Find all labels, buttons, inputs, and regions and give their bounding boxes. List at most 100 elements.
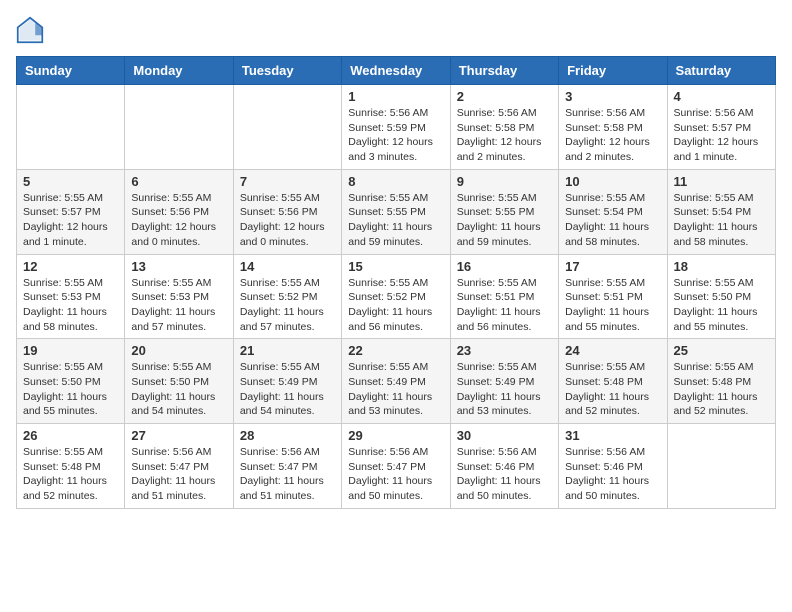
calendar-cell: 2 Sunrise: 5:56 AM Sunset: 5:58 PM Daylig…	[450, 85, 558, 170]
day-info: Sunrise: 5:55 AM Sunset: 5:56 PM Dayligh…	[240, 191, 335, 250]
day-number: 7	[240, 174, 335, 189]
day-info: Sunrise: 5:56 AM Sunset: 5:47 PM Dayligh…	[348, 445, 443, 504]
calendar-cell: 18 Sunrise: 5:55 AM Sunset: 5:50 PM Dayli…	[667, 254, 775, 339]
calendar-table: SundayMondayTuesdayWednesdayThursdayFrid…	[16, 56, 776, 509]
calendar-cell	[125, 85, 233, 170]
day-info: Sunrise: 5:55 AM Sunset: 5:52 PM Dayligh…	[240, 276, 335, 335]
day-number: 17	[565, 259, 660, 274]
day-number: 16	[457, 259, 552, 274]
day-info: Sunrise: 5:55 AM Sunset: 5:55 PM Dayligh…	[348, 191, 443, 250]
day-info: Sunrise: 5:55 AM Sunset: 5:49 PM Dayligh…	[240, 360, 335, 419]
calendar-cell: 1Sunrise: 5:56 AM Sunset: 5:59 PM Daylig…	[342, 85, 450, 170]
day-info: Sunrise: 5:56 AM Sunset: 5:46 PM Dayligh…	[565, 445, 660, 504]
calendar-week-row: 5 Sunrise: 5:55 AM Sunset: 5:57 PM Daylig…	[17, 169, 776, 254]
day-info: Sunrise: 5:55 AM Sunset: 5:50 PM Dayligh…	[131, 360, 226, 419]
day-number: 8	[348, 174, 443, 189]
day-number: 3	[565, 89, 660, 104]
calendar-cell: 19 Sunrise: 5:55 AM Sunset: 5:50 PM Dayli…	[17, 339, 125, 424]
logo-icon	[16, 16, 44, 44]
calendar-week-row: 1Sunrise: 5:56 AM Sunset: 5:59 PM Daylig…	[17, 85, 776, 170]
calendar-cell: 17 Sunrise: 5:55 AM Sunset: 5:51 PM Dayli…	[559, 254, 667, 339]
day-info: Sunrise: 5:55 AM Sunset: 5:50 PM Dayligh…	[674, 276, 769, 335]
day-info: Sunrise: 5:56 AM Sunset: 5:59 PM Dayligh…	[348, 106, 443, 165]
day-info: Sunrise: 5:55 AM Sunset: 5:51 PM Dayligh…	[565, 276, 660, 335]
calendar-week-row: 19 Sunrise: 5:55 AM Sunset: 5:50 PM Dayli…	[17, 339, 776, 424]
day-number: 14	[240, 259, 335, 274]
day-number: 24	[565, 343, 660, 358]
day-info: Sunrise: 5:55 AM Sunset: 5:54 PM Dayligh…	[565, 191, 660, 250]
calendar-cell: 20 Sunrise: 5:55 AM Sunset: 5:50 PM Dayli…	[125, 339, 233, 424]
day-info: Sunrise: 5:55 AM Sunset: 5:55 PM Dayligh…	[457, 191, 552, 250]
day-number: 19	[23, 343, 118, 358]
calendar-cell: 11 Sunrise: 5:55 AM Sunset: 5:54 PM Dayli…	[667, 169, 775, 254]
day-info: Sunrise: 5:55 AM Sunset: 5:57 PM Dayligh…	[23, 191, 118, 250]
day-info: Sunrise: 5:55 AM Sunset: 5:53 PM Dayligh…	[131, 276, 226, 335]
logo	[16, 16, 48, 44]
day-info: Sunrise: 5:55 AM Sunset: 5:49 PM Dayligh…	[348, 360, 443, 419]
day-number: 23	[457, 343, 552, 358]
day-number: 15	[348, 259, 443, 274]
calendar-cell: 16 Sunrise: 5:55 AM Sunset: 5:51 PM Dayli…	[450, 254, 558, 339]
day-number: 21	[240, 343, 335, 358]
day-info: Sunrise: 5:55 AM Sunset: 5:54 PM Dayligh…	[674, 191, 769, 250]
calendar-cell: 13 Sunrise: 5:55 AM Sunset: 5:53 PM Dayli…	[125, 254, 233, 339]
calendar-week-row: 12Sunrise: 5:55 AM Sunset: 5:53 PM Dayli…	[17, 254, 776, 339]
day-info: Sunrise: 5:55 AM Sunset: 5:53 PM Dayligh…	[23, 276, 118, 335]
day-info: Sunrise: 5:55 AM Sunset: 5:51 PM Dayligh…	[457, 276, 552, 335]
calendar-cell: 15Sunrise: 5:55 AM Sunset: 5:52 PM Dayli…	[342, 254, 450, 339]
calendar-cell	[667, 424, 775, 509]
day-number: 31	[565, 428, 660, 443]
calendar-cell: 12Sunrise: 5:55 AM Sunset: 5:53 PM Dayli…	[17, 254, 125, 339]
calendar-cell: 4Sunrise: 5:56 AM Sunset: 5:57 PM Daylig…	[667, 85, 775, 170]
day-number: 28	[240, 428, 335, 443]
day-number: 27	[131, 428, 226, 443]
day-info: Sunrise: 5:56 AM Sunset: 5:47 PM Dayligh…	[131, 445, 226, 504]
calendar-cell: 10Sunrise: 5:55 AM Sunset: 5:54 PM Dayli…	[559, 169, 667, 254]
day-header-monday: Monday	[125, 57, 233, 85]
day-number: 5	[23, 174, 118, 189]
day-number: 22	[348, 343, 443, 358]
day-info: Sunrise: 5:55 AM Sunset: 5:49 PM Dayligh…	[457, 360, 552, 419]
day-number: 9	[457, 174, 552, 189]
day-number: 30	[457, 428, 552, 443]
calendar-week-row: 26Sunrise: 5:55 AM Sunset: 5:48 PM Dayli…	[17, 424, 776, 509]
day-info: Sunrise: 5:56 AM Sunset: 5:47 PM Dayligh…	[240, 445, 335, 504]
page-header	[16, 16, 776, 44]
day-info: Sunrise: 5:56 AM Sunset: 5:57 PM Dayligh…	[674, 106, 769, 165]
day-number: 25	[674, 343, 769, 358]
calendar-cell	[233, 85, 341, 170]
day-info: Sunrise: 5:56 AM Sunset: 5:58 PM Dayligh…	[565, 106, 660, 165]
day-number: 13	[131, 259, 226, 274]
day-number: 18	[674, 259, 769, 274]
calendar-cell: 8 Sunrise: 5:55 AM Sunset: 5:55 PM Daylig…	[342, 169, 450, 254]
calendar-cell: 23 Sunrise: 5:55 AM Sunset: 5:49 PM Dayli…	[450, 339, 558, 424]
day-header-saturday: Saturday	[667, 57, 775, 85]
calendar-cell: 14 Sunrise: 5:55 AM Sunset: 5:52 PM Dayli…	[233, 254, 341, 339]
calendar-cell: 27 Sunrise: 5:56 AM Sunset: 5:47 PM Dayli…	[125, 424, 233, 509]
day-info: Sunrise: 5:55 AM Sunset: 5:48 PM Dayligh…	[23, 445, 118, 504]
calendar-cell: 3 Sunrise: 5:56 AM Sunset: 5:58 PM Daylig…	[559, 85, 667, 170]
calendar-cell: 30 Sunrise: 5:56 AM Sunset: 5:46 PM Dayli…	[450, 424, 558, 509]
day-header-sunday: Sunday	[17, 57, 125, 85]
day-number: 2	[457, 89, 552, 104]
day-info: Sunrise: 5:55 AM Sunset: 5:48 PM Dayligh…	[674, 360, 769, 419]
day-info: Sunrise: 5:56 AM Sunset: 5:46 PM Dayligh…	[457, 445, 552, 504]
day-info: Sunrise: 5:56 AM Sunset: 5:58 PM Dayligh…	[457, 106, 552, 165]
calendar-cell: 31 Sunrise: 5:56 AM Sunset: 5:46 PM Dayli…	[559, 424, 667, 509]
calendar-header-row: SundayMondayTuesdayWednesdayThursdayFrid…	[17, 57, 776, 85]
calendar-cell: 22 Sunrise: 5:55 AM Sunset: 5:49 PM Dayli…	[342, 339, 450, 424]
day-info: Sunrise: 5:55 AM Sunset: 5:56 PM Dayligh…	[131, 191, 226, 250]
day-number: 6	[131, 174, 226, 189]
day-info: Sunrise: 5:55 AM Sunset: 5:50 PM Dayligh…	[23, 360, 118, 419]
calendar-cell: 26Sunrise: 5:55 AM Sunset: 5:48 PM Dayli…	[17, 424, 125, 509]
calendar-cell: 6 Sunrise: 5:55 AM Sunset: 5:56 PM Daylig…	[125, 169, 233, 254]
day-header-thursday: Thursday	[450, 57, 558, 85]
calendar-cell: 5 Sunrise: 5:55 AM Sunset: 5:57 PM Daylig…	[17, 169, 125, 254]
calendar-cell: 29Sunrise: 5:56 AM Sunset: 5:47 PM Dayli…	[342, 424, 450, 509]
day-number: 20	[131, 343, 226, 358]
day-header-friday: Friday	[559, 57, 667, 85]
calendar-cell: 21 Sunrise: 5:55 AM Sunset: 5:49 PM Dayli…	[233, 339, 341, 424]
day-header-wednesday: Wednesday	[342, 57, 450, 85]
day-number: 11	[674, 174, 769, 189]
calendar-cell: 9 Sunrise: 5:55 AM Sunset: 5:55 PM Daylig…	[450, 169, 558, 254]
